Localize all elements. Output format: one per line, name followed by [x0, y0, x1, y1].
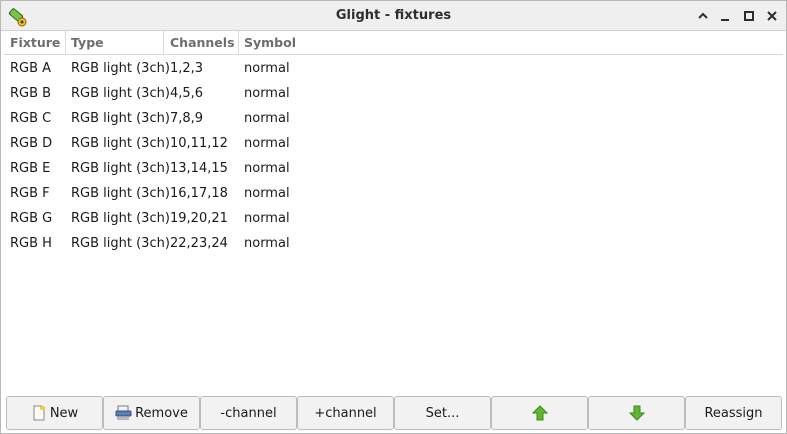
- table-row[interactable]: RGB D RGB light (3ch) 10,11,12 normal: [4, 131, 783, 156]
- type-cell: RGB light (3ch): [71, 61, 170, 76]
- symbol-cell: normal: [244, 61, 290, 76]
- channels-cell: 22,23,24: [170, 236, 228, 251]
- fixture-cell: RGB A: [10, 61, 52, 76]
- column-header-symbol[interactable]: Symbol: [238, 31, 783, 55]
- window-title: Glight - fixtures: [335, 8, 452, 23]
- hide-button[interactable]: [715, 6, 735, 26]
- new-document-icon: [33, 405, 46, 421]
- move-up-button[interactable]: [491, 396, 588, 430]
- type-cell: RGB light (3ch): [71, 86, 170, 101]
- type-cell: RGB light (3ch): [71, 161, 170, 176]
- plus-channel-button-label: +channel: [314, 405, 377, 421]
- column-header-fixture[interactable]: Fixture: [4, 31, 66, 55]
- new-button[interactable]: New: [6, 396, 103, 430]
- channels-cell: 7,8,9: [170, 111, 204, 126]
- fixture-cell: RGB G: [10, 211, 53, 226]
- table-row[interactable]: RGB E RGB light (3ch) 13,14,15 normal: [4, 156, 783, 181]
- channels-cell: 16,17,18: [170, 186, 228, 201]
- fixture-cell: RGB C: [10, 111, 52, 126]
- remove-button[interactable]: Remove: [103, 396, 200, 430]
- type-cell: RGB light (3ch): [71, 211, 170, 226]
- type-cell: RGB light (3ch): [71, 186, 170, 201]
- fixture-cell: RGB H: [10, 236, 52, 251]
- type-cell: RGB light (3ch): [71, 236, 170, 251]
- arrow-up-icon: [531, 405, 548, 421]
- table-row[interactable]: RGB A RGB light (3ch) 1,2,3 normal: [4, 56, 783, 81]
- fixture-list[interactable]: Fixture Type Channels Symbol RGB A RGB l…: [4, 31, 783, 393]
- fixture-cell: RGB F: [10, 186, 50, 201]
- symbol-cell: normal: [244, 186, 290, 201]
- channels-cell: 1,2,3: [170, 61, 204, 76]
- move-down-button[interactable]: [588, 396, 685, 430]
- symbol-cell: normal: [244, 86, 290, 101]
- plus-channel-button[interactable]: +channel: [297, 396, 394, 430]
- fixture-rows: RGB A RGB light (3ch) 1,2,3 normal RGB B…: [4, 56, 783, 256]
- fixture-cell: RGB D: [10, 136, 53, 151]
- table-row[interactable]: RGB H RGB light (3ch) 22,23,24 normal: [4, 231, 783, 256]
- symbol-cell: normal: [244, 161, 290, 176]
- type-cell: RGB light (3ch): [71, 111, 170, 126]
- fixtures-window: Glight - fixtures Fixture Type Channels …: [0, 0, 787, 434]
- type-cell: RGB light (3ch): [71, 136, 170, 151]
- minus-channel-button[interactable]: -channel: [200, 396, 297, 430]
- channels-cell: 4,5,6: [170, 86, 204, 101]
- title-bar[interactable]: Glight - fixtures: [1, 1, 786, 31]
- shredder-icon: [115, 405, 132, 420]
- fixture-cell: RGB B: [10, 86, 52, 101]
- symbol-cell: normal: [244, 211, 290, 226]
- arrow-down-icon: [628, 405, 645, 421]
- column-header-row: Fixture Type Channels Symbol: [4, 31, 783, 55]
- chevron-up-icon: [698, 12, 708, 19]
- symbol-cell: normal: [244, 236, 290, 251]
- minimize-line-icon: [721, 19, 729, 21]
- fixture-cell: RGB E: [10, 161, 51, 176]
- reassign-button-label: Reassign: [704, 405, 763, 421]
- column-header-channels[interactable]: Channels: [164, 31, 239, 55]
- symbol-cell: normal: [244, 136, 290, 151]
- maximize-button[interactable]: [739, 6, 759, 26]
- symbol-cell: normal: [244, 111, 290, 126]
- close-button[interactable]: [762, 6, 782, 26]
- channels-cell: 19,20,21: [170, 211, 228, 226]
- table-row[interactable]: RGB B RGB light (3ch) 4,5,6 normal: [4, 81, 783, 106]
- column-header-type[interactable]: Type: [65, 31, 164, 55]
- set-button[interactable]: Set...: [394, 396, 491, 430]
- table-row[interactable]: RGB G RGB light (3ch) 19,20,21 normal: [4, 206, 783, 231]
- minus-channel-button-label: -channel: [220, 405, 277, 421]
- reassign-button[interactable]: Reassign: [685, 396, 782, 430]
- close-icon: [767, 11, 777, 21]
- table-row[interactable]: RGB F RGB light (3ch) 16,17,18 normal: [4, 181, 783, 206]
- maximize-icon: [744, 11, 754, 21]
- minimize-button[interactable]: [693, 6, 713, 26]
- button-toolbar: New Remove -channel +channel Set... Reas…: [4, 395, 783, 431]
- table-row[interactable]: RGB C RGB light (3ch) 7,8,9 normal: [4, 106, 783, 131]
- channels-cell: 10,11,12: [170, 136, 228, 151]
- set-button-label: Set...: [425, 405, 460, 421]
- new-button-label: New: [49, 405, 79, 421]
- channels-cell: 13,14,15: [170, 161, 228, 176]
- remove-button-label: Remove: [135, 405, 188, 421]
